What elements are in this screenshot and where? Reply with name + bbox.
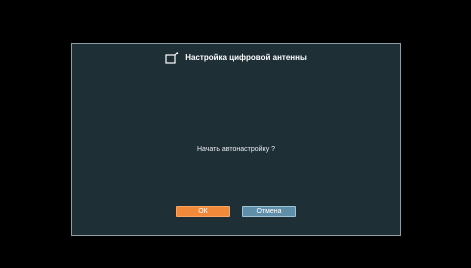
tv-screen: Настройка цифровой антенны Начать автона… <box>0 0 471 268</box>
dialog-buttons: ОК Отмена <box>72 206 400 217</box>
cancel-button[interactable]: Отмена <box>242 206 296 217</box>
antenna-setup-dialog: Настройка цифровой антенны Начать автона… <box>71 43 401 236</box>
dialog-message: Начать автонастройку ? <box>196 146 276 153</box>
dialog-header: Настройка цифровой антенны <box>72 49 400 65</box>
dialog-title: Настройка цифровой антенны <box>185 52 307 62</box>
antenna-settings-icon <box>165 51 179 64</box>
ok-button[interactable]: ОК <box>176 206 230 217</box>
